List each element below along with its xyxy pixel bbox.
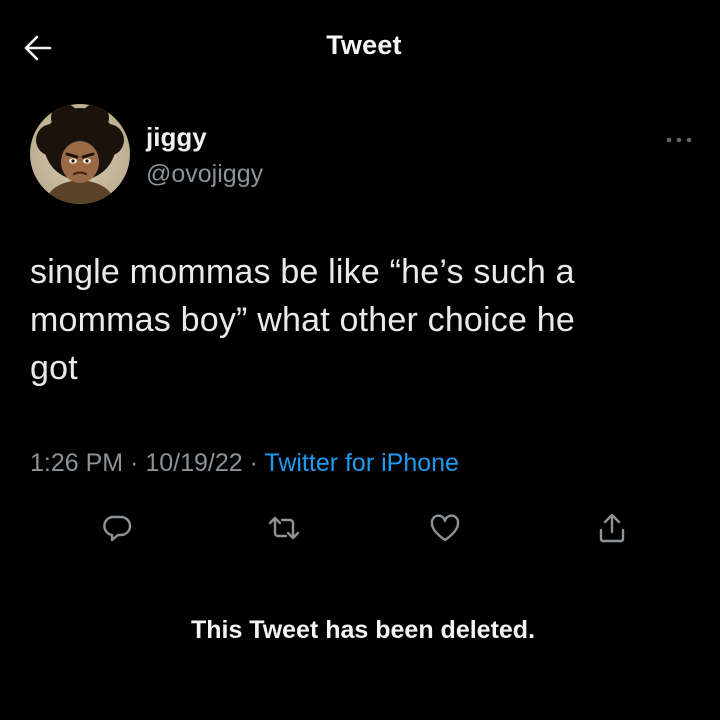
tweet-text-line: got [30,349,78,387]
tweet-date: 10/19/22 [145,449,243,477]
deleted-notice: This Tweet has been deleted. [190,616,536,644]
top-bar: Tweet [0,0,720,96]
avatar[interactable] [30,104,130,204]
heart-icon [430,514,460,542]
retweet-button[interactable] [264,508,304,548]
tweet-text: single mommas be like “he’s such a momma… [30,248,690,392]
tweet-author: jiggy @ovojiggy [30,104,692,204]
reply-button[interactable] [98,508,138,548]
reply-icon [103,515,132,542]
tweet-text-line: single mommas be like “he’s such a [30,253,575,291]
like-button[interactable] [425,508,465,548]
user-handle[interactable]: @ovojiggy [146,160,263,189]
more-options-button[interactable] [664,130,694,150]
more-horizontal-icon [666,137,692,143]
avatar-image [30,104,130,204]
display-name[interactable]: jiggy [146,122,207,153]
page-title: Tweet [326,30,402,60]
tweet-screen: Tweet jiggy @ovojiggy single mommas be l… [0,0,720,720]
tweet-source-link[interactable]: Twitter for iPhone [264,449,459,477]
meta-separator: · [242,449,265,477]
tweet-meta: 1:26 PM · 10/19/22 · Twitter for iPhone [30,449,459,478]
share-icon [599,513,625,543]
meta-separator: · [123,449,146,477]
tweet-time: 1:26 PM [30,449,124,477]
retweet-icon [268,516,300,540]
share-button[interactable] [592,508,632,548]
tweet-actions [0,500,720,556]
tweet-text-line: mommas boy” what other choice he [30,301,575,339]
